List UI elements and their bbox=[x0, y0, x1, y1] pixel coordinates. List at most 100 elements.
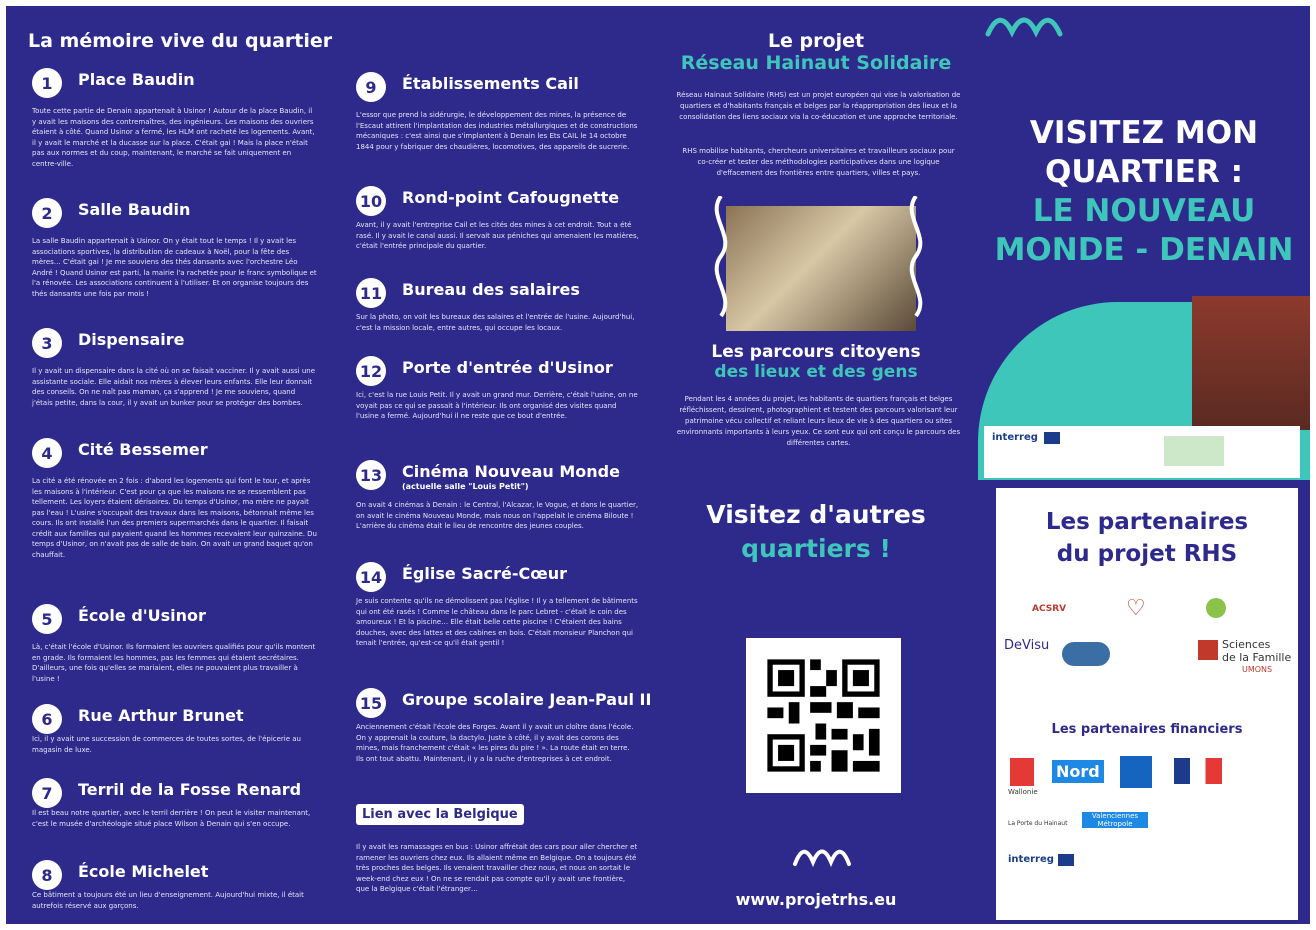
workshop-photo bbox=[726, 206, 916, 331]
project-paragraph-2: RHS mobilise habitants, chercheurs unive… bbox=[682, 147, 955, 177]
financial-partners-title: Les partenaires financiers bbox=[1051, 722, 1243, 737]
item-number-badge: 11 bbox=[356, 278, 386, 308]
memory-heading: La mémoire vive du quartier bbox=[28, 30, 333, 52]
belgique-badge: Lien avec la Belgique bbox=[356, 804, 524, 825]
porte-hainaut-logo: La Porte du Hainaut bbox=[1008, 820, 1068, 827]
item-description: La salle Baudin appartenait à Usinor. On… bbox=[32, 237, 317, 298]
item-description: Ce bâtiment a toujours été un lieu d'ens… bbox=[32, 891, 304, 910]
cover-title-line-1: VISITEZ MON bbox=[1029, 115, 1259, 151]
item-description: Avant, il y avait l'entreprise Cail et l… bbox=[356, 221, 639, 250]
partner-map-image bbox=[1164, 436, 1224, 466]
item-title: Dispensaire bbox=[78, 330, 185, 349]
item-number-badge: 7 bbox=[32, 778, 62, 808]
heart-logo: ♡ bbox=[1126, 596, 1146, 621]
item-title: Salle Baudin bbox=[78, 200, 191, 219]
item-number-badge: 10 bbox=[356, 186, 386, 216]
item-title: École Michelet bbox=[78, 862, 209, 881]
partners-title-2: du projet RHS bbox=[1056, 541, 1238, 567]
wave-right-decoration bbox=[909, 196, 923, 318]
column-memory: La mémoire vive du quartier 1 Place Baud… bbox=[6, 6, 336, 924]
item-description: Il y avait un dispensaire dans la cité o… bbox=[32, 367, 315, 407]
visit-title: Visitez d'autres bbox=[706, 500, 926, 529]
item-number-badge: 14 bbox=[356, 562, 386, 592]
item-description: Il est beau notre quartier, avec le terr… bbox=[32, 809, 311, 828]
item-title: Cité Bessemer bbox=[78, 440, 208, 459]
item-description: On avait 4 cinémas à Denain : le Central… bbox=[356, 501, 639, 530]
item-title: Établissements Cail bbox=[402, 74, 579, 93]
valenciennes-logo: Valenciennes Métropole bbox=[1082, 812, 1148, 828]
interreg-banner: interreg bbox=[984, 426, 1300, 478]
item-title: Cinéma Nouveau Monde bbox=[402, 462, 620, 481]
cover-title: VISITEZ MON QUARTIER : LE NOUVEAU MONDE … bbox=[978, 114, 1310, 270]
item-number-badge: 1 bbox=[32, 68, 62, 98]
acsrv-logo: ACSRV bbox=[1032, 604, 1067, 614]
item-description: Ici, c'est la rue Louis Petit. Il y avai… bbox=[356, 391, 638, 420]
item-title: Église Sacré-Cœur bbox=[402, 564, 568, 583]
region-logo bbox=[1120, 756, 1152, 788]
item-title: Rond-point Cafougnette bbox=[402, 188, 620, 207]
item-number-badge: 13 bbox=[356, 460, 386, 490]
sciences-logo-2: de la Famille bbox=[1222, 651, 1292, 664]
top-wave-logo bbox=[985, 17, 1063, 38]
parcours-paragraph: Pendant les 4 années du projet, les habi… bbox=[676, 395, 961, 447]
item-title: Place Baudin bbox=[78, 70, 195, 89]
item-description: Ici, il y avait une succession de commer… bbox=[32, 735, 301, 754]
project-paragraph-1: Réseau Hainaut Solidaire (RHS) est un pr… bbox=[676, 91, 961, 121]
item-description: Là, c'était l'école d'Usinor. Ils formai… bbox=[32, 643, 316, 683]
umons-logo: UMONS bbox=[1242, 665, 1273, 674]
eol-logo bbox=[1062, 642, 1110, 666]
item-description: La cité a été rénovée en 2 fois : d'abor… bbox=[32, 477, 317, 559]
sciences-logo-1: Sciences bbox=[1222, 638, 1271, 651]
parcours-subtitle: des lieux et des gens bbox=[714, 362, 918, 382]
partners-panel: Les partenaires du projet RHS ACSRV ♡ De… bbox=[996, 488, 1298, 920]
umons-square-icon bbox=[1198, 640, 1218, 660]
item-description: Je suis contente qu'ils ne démolissent p… bbox=[356, 597, 638, 647]
parcours-title: Les parcours citoyens bbox=[711, 342, 921, 362]
item-title: Bureau des salaires bbox=[402, 280, 580, 299]
item-title: Terril de la Fosse Renard bbox=[78, 780, 302, 799]
wallonie-logo: Wallonie bbox=[1008, 788, 1038, 796]
item-description: L'essor que prend la sidérurgie, le déve… bbox=[356, 111, 638, 151]
item-description: Anciennement c'était l'école des Forges.… bbox=[356, 723, 634, 763]
cover-title-line-4: MONDE - DENAIN bbox=[994, 232, 1294, 268]
column-places: 9 Établissements Cail L'essor que prend … bbox=[342, 6, 652, 924]
item-number-badge: 12 bbox=[356, 356, 386, 386]
church-photo bbox=[1192, 296, 1310, 430]
item-number-badge: 15 bbox=[356, 688, 386, 718]
belgique-text: Il y avait les ramassages en bus : Usino… bbox=[356, 843, 638, 893]
republique-logo bbox=[1174, 758, 1222, 784]
item-number-badge: 4 bbox=[32, 438, 62, 468]
cover-title-line-2: QUARTIER : bbox=[1045, 154, 1243, 190]
visit-subtitle: quartiers ! bbox=[741, 534, 891, 563]
item-number-badge: 5 bbox=[32, 604, 62, 634]
item-number-badge: 3 bbox=[32, 328, 62, 358]
project-subtitle: Réseau Hainaut Solidaire bbox=[680, 52, 952, 74]
item-description: Sur la photo, on voit les bureaux des sa… bbox=[356, 313, 635, 332]
item-title: Groupe scolaire Jean-Paul II bbox=[402, 690, 652, 709]
item-number-badge: 6 bbox=[32, 704, 62, 734]
qr-code[interactable] bbox=[746, 638, 901, 793]
devisu-logo: DeVisu bbox=[1004, 638, 1050, 653]
wave-left-decoration bbox=[714, 196, 728, 318]
cover-title-line-3: LE NOUVEAU bbox=[1032, 193, 1256, 229]
item-description: Toute cette partie de Denain appartenait… bbox=[32, 107, 315, 168]
item-title: École d'Usinor bbox=[78, 606, 206, 625]
item-number-badge: 9 bbox=[356, 72, 386, 102]
item-subtitle: (actuelle salle "Louis Petit") bbox=[402, 482, 529, 491]
brochure: La mémoire vive du quartier 1 Place Baud… bbox=[6, 6, 1310, 924]
bottom-wave-logo bbox=[793, 849, 851, 868]
item-title: Porte d'entrée d'Usinor bbox=[402, 358, 613, 377]
green-logo bbox=[1206, 598, 1226, 618]
eu-flag-icon bbox=[1044, 432, 1060, 444]
website-link[interactable]: www.projetrhs.eu bbox=[666, 890, 966, 909]
interreg-logo: interreg bbox=[992, 432, 1038, 443]
item-number-badge: 8 bbox=[32, 860, 62, 890]
item-number-badge: 2 bbox=[32, 198, 62, 228]
nord-logo: Nord bbox=[1052, 760, 1104, 783]
item-title: Rue Arthur Brunet bbox=[78, 706, 244, 725]
interreg-logo-2: interreg bbox=[1008, 854, 1054, 865]
eu-flag-icon-2 bbox=[1058, 854, 1074, 866]
wallonie-rooster-icon bbox=[1010, 758, 1034, 786]
project-title: Le projet bbox=[767, 30, 865, 52]
partners-title-1: Les partenaires bbox=[1045, 509, 1249, 535]
